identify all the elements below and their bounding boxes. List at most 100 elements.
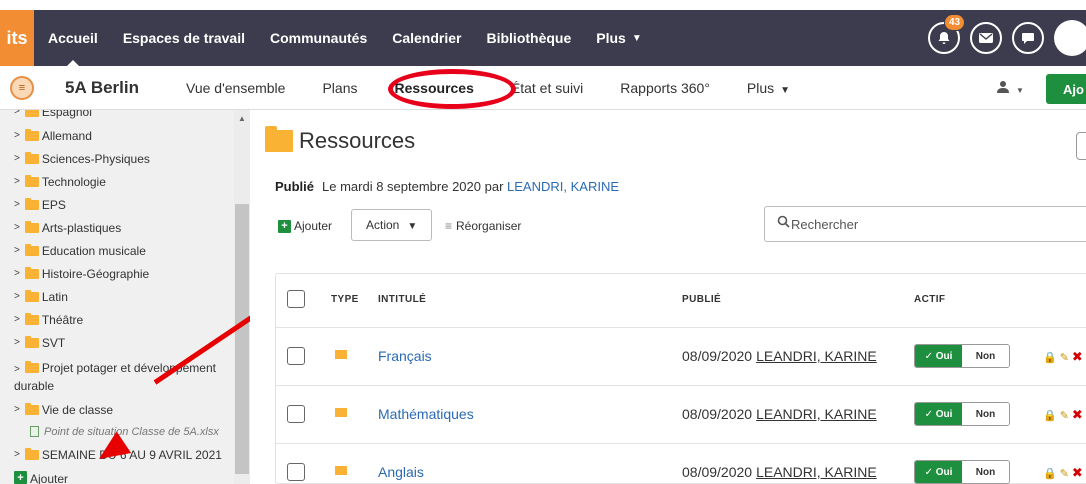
tree-item-label: Vie de classe xyxy=(41,403,113,417)
toggle-non[interactable]: Non xyxy=(962,403,1009,425)
tree-item-label: Espagnol xyxy=(41,110,92,119)
toggle-oui[interactable]: ✓ Oui xyxy=(915,403,962,425)
add-resource-button[interactable]: + Ajouter xyxy=(278,219,332,233)
action-dropdown[interactable]: Action ▼ xyxy=(351,209,432,241)
folder-icon xyxy=(335,466,347,475)
nav-accueil[interactable]: Accueil xyxy=(48,10,98,66)
search-input[interactable]: Rechercher xyxy=(764,206,1086,242)
lock-icon[interactable]: 🔒 xyxy=(1043,467,1057,480)
col-publie[interactable]: PUBLIÉ xyxy=(682,294,721,305)
delete-icon[interactable]: ✖ xyxy=(1072,465,1083,481)
active-toggle[interactable]: ✓ Oui Non xyxy=(914,402,1010,426)
tree-item-label: Théâtre xyxy=(41,313,84,327)
delete-icon[interactable]: ✖ xyxy=(1072,407,1083,423)
tree-item-projet-potager[interactable]: > Projet potager et développement durable xyxy=(14,360,234,394)
app-logo[interactable]: its xyxy=(0,10,34,66)
lock-icon[interactable]: 🔒 xyxy=(1043,351,1057,364)
toggle-non[interactable]: Non xyxy=(962,345,1009,367)
published-author-link[interactable]: LEANDRI, KARINE xyxy=(756,406,877,422)
chevron-right-icon: > xyxy=(14,199,20,210)
mail-icon[interactable] xyxy=(970,22,1002,54)
tree-item-arts-plastiques[interactable]: > Arts-plastiques xyxy=(14,220,121,236)
tree-item-theatre[interactable]: > Théâtre xyxy=(14,312,83,328)
tree-item-espagnol[interactable]: > Espagnol xyxy=(14,110,92,120)
tree-add-button[interactable]: + Ajouter xyxy=(14,471,68,484)
published-cell: 08/09/2020 LEANDRI, KARINE xyxy=(682,406,877,422)
row-checkbox[interactable] xyxy=(287,463,305,481)
tree-item-education-musicale[interactable]: > Education musicale xyxy=(14,243,146,259)
main-nav: Accueil Espaces de travail Communautés C… xyxy=(48,10,667,66)
row-checkbox[interactable] xyxy=(287,405,305,423)
tree-item-histoire-geographie[interactable]: > Histoire-Géographie xyxy=(14,266,149,282)
options-button[interactable] xyxy=(1076,132,1086,160)
delete-icon[interactable]: ✖ xyxy=(1072,349,1083,365)
tree-item-sciences-physiques[interactable]: > Sciences-Physiques xyxy=(14,151,150,167)
folder-icon xyxy=(24,313,39,325)
resource-link[interactable]: Français xyxy=(378,348,432,364)
toggle-non[interactable]: Non xyxy=(962,461,1009,483)
scroll-up-arrow-icon[interactable]: ▲ xyxy=(238,114,246,123)
nav-communautes[interactable]: Communautés xyxy=(270,10,367,66)
tab-plus[interactable]: Plus ▼ xyxy=(747,80,790,96)
group-title[interactable]: 5A Berlin xyxy=(65,78,139,98)
chevron-right-icon: > xyxy=(14,153,20,164)
bell-icon[interactable]: 43 xyxy=(928,14,966,54)
pencil-icon[interactable]: ✎ xyxy=(1060,467,1069,480)
nav-espaces-de-travail[interactable]: Espaces de travail xyxy=(123,10,245,66)
pencil-icon[interactable]: ✎ xyxy=(1060,351,1069,364)
published-author-link[interactable]: LEANDRI, KARINE xyxy=(756,348,877,364)
tree-item-vie-de-classe[interactable]: > Vie de classe xyxy=(14,402,113,418)
folder-icon xyxy=(24,403,39,415)
tree-item-label: Technologie xyxy=(41,175,106,189)
tree-item-xlsx-file[interactable]: Point de situation Classe de 5A.xlsx xyxy=(30,424,219,440)
add-resource-label: Ajouter xyxy=(294,219,333,233)
folder-icon xyxy=(24,129,39,141)
chevron-right-icon: > xyxy=(14,337,20,348)
chevron-right-icon: > xyxy=(14,176,20,187)
active-toggle[interactable]: ✓ Oui Non xyxy=(914,460,1010,484)
tree-item-label: EPS xyxy=(41,198,66,212)
user-menu-icon[interactable]: ▼ xyxy=(996,80,1024,96)
select-all-checkbox[interactable] xyxy=(287,290,305,308)
tree-item-technologie[interactable]: > Technologie xyxy=(14,174,106,190)
tree-item-eps[interactable]: > EPS xyxy=(14,197,66,213)
tab-rapports-360[interactable]: Rapports 360° xyxy=(620,80,710,96)
row-checkbox[interactable] xyxy=(287,347,305,365)
tab-vue-ensemble[interactable]: Vue d'ensemble xyxy=(186,80,285,96)
active-toggle[interactable]: ✓ Oui Non xyxy=(914,344,1010,368)
published-author-link[interactable]: LEANDRI, KARINE xyxy=(756,464,877,480)
resource-link[interactable]: Anglais xyxy=(378,464,424,480)
author-link[interactable]: LEANDRI, KARINE xyxy=(507,179,619,194)
nav-plus-label: Plus xyxy=(596,30,626,46)
nav-bibliotheque[interactable]: Bibliothèque xyxy=(486,10,571,66)
chat-icon[interactable] xyxy=(1012,22,1044,54)
chevron-right-icon: > xyxy=(14,222,20,233)
col-actif[interactable]: ACTIF xyxy=(914,294,945,305)
search-placeholder: Rechercher xyxy=(791,217,859,232)
reorganize-button[interactable]: ≡ Réorganiser xyxy=(445,219,521,233)
chevron-right-icon: > xyxy=(14,245,20,256)
folder-icon xyxy=(24,290,39,302)
avatar[interactable] xyxy=(1054,20,1086,56)
page-title-text: Ressources xyxy=(299,128,416,153)
resource-link[interactable]: Mathématiques xyxy=(378,406,474,422)
nav-calendrier[interactable]: Calendrier xyxy=(392,10,461,66)
pencil-icon[interactable]: ✎ xyxy=(1060,409,1069,422)
top-icons: 43 xyxy=(928,10,1086,66)
tab-plans[interactable]: Plans xyxy=(322,80,357,96)
add-button[interactable]: Ajo xyxy=(1046,74,1086,104)
tree-item-label: Arts-plastiques xyxy=(41,221,122,235)
col-type[interactable]: TYPE xyxy=(331,294,359,305)
sidebar-scrollbar-thumb[interactable] xyxy=(235,204,249,474)
tree-item-latin[interactable]: > Latin xyxy=(14,289,68,305)
tree-item-allemand[interactable]: > Allemand xyxy=(14,128,92,144)
tree-add-label: Ajouter xyxy=(30,472,69,484)
tab-etat-et-suivi[interactable]: État et suivi xyxy=(511,80,583,96)
nav-plus[interactable]: Plus ▼ xyxy=(596,10,641,66)
lock-icon[interactable]: 🔒 xyxy=(1043,409,1057,422)
chevron-right-icon: > xyxy=(14,291,20,302)
toggle-oui[interactable]: ✓ Oui xyxy=(915,345,962,367)
col-intitule[interactable]: INTITULÉ xyxy=(378,294,426,305)
toggle-oui[interactable]: ✓ Oui xyxy=(915,461,962,483)
tree-item-svt[interactable]: > SVT xyxy=(14,335,65,351)
